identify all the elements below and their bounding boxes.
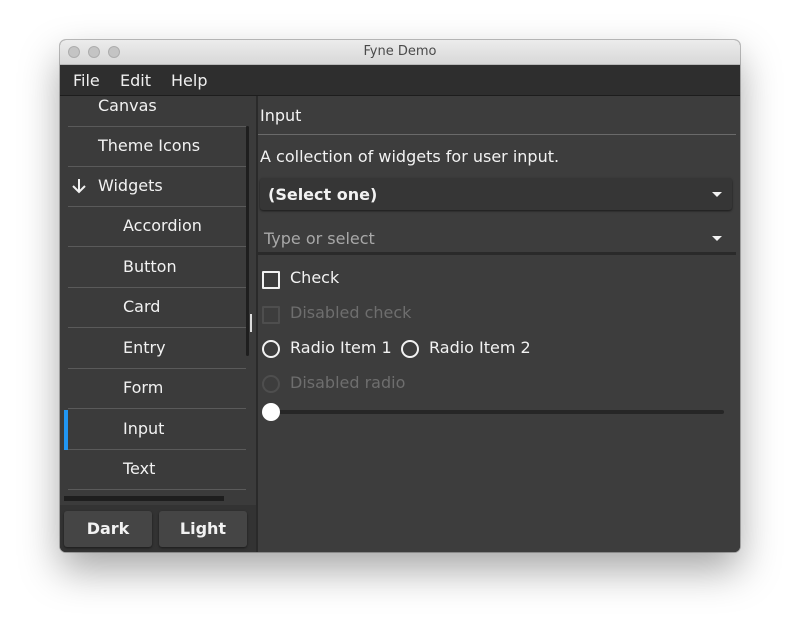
divider [68,489,246,490]
sidebar-item-card[interactable]: Card [60,288,246,328]
checkbox-unchecked-icon [262,271,280,289]
sidebar-item-label: Widgets [98,176,163,195]
sidebar-item-label: Text [123,459,156,478]
nav-horizontal-scrollbar[interactable] [64,496,224,501]
disabled-check-label: Disabled check [290,303,412,322]
entry-underline [258,252,736,255]
sidebar-item-canvas[interactable]: Canvas [60,96,246,127]
nav-tree[interactable]: Canvas Theme Icons Widgets Accordion But… [60,96,256,496]
sidebar-item-label: Canvas [98,96,157,115]
sidebar-item-label: Entry [123,338,166,357]
radio-item-2[interactable]: Radio Item 2 [401,338,531,362]
menu-file[interactable]: File [73,71,100,90]
sidebar-nav: Canvas Theme Icons Widgets Accordion But… [60,96,256,552]
caret-down-icon [712,192,722,197]
sidebar-item-button[interactable]: Button [60,248,246,288]
sidebar-item-label: Button [123,257,177,276]
split-handle[interactable] [250,314,252,332]
select-value: (Select one) [268,185,378,204]
sidebar-item-widgets[interactable]: Widgets [60,167,246,207]
sidebar-item-form[interactable]: Form [60,369,246,409]
radio-unselected-icon [401,340,419,358]
disabled-radio: Disabled radio [262,373,462,397]
slider-track[interactable] [270,410,724,414]
sidebar-item-theme-icons[interactable]: Theme Icons [60,127,246,167]
divider [68,408,246,409]
caret-down-icon[interactable] [712,236,722,241]
page-description: A collection of widgets for user input. [260,147,560,166]
sidebar-item-label: Form [123,378,164,397]
light-theme-button[interactable]: Light [159,511,247,547]
input-panel: Input A collection of widgets for user i… [258,96,740,552]
radio-item-1-label: Radio Item 1 [290,338,392,357]
dark-theme-button[interactable]: Dark [64,511,152,547]
menu-help[interactable]: Help [171,71,207,90]
checkbox-disabled-icon [262,306,280,324]
disabled-checkbox: Disabled check [262,303,462,327]
divider [68,327,246,328]
sidebar-item-label: Card [123,297,161,316]
select-entry[interactable]: Type or select [258,222,736,255]
window-title: Fyne Demo [363,44,437,59]
select-dropdown[interactable]: (Select one) [260,178,732,210]
menu-bar: File Edit Help [60,65,740,96]
select-entry-placeholder: Type or select [264,229,375,248]
radio-unselected-icon [262,340,280,358]
arrow-down-icon [72,179,86,194]
title-bar: Fyne Demo [60,40,740,65]
radio-disabled-icon [262,375,280,393]
radio-item-1[interactable]: Radio Item 1 [262,338,392,362]
app-window: Fyne Demo File Edit Help Canvas Theme Ic… [60,40,740,552]
sidebar-item-entry[interactable]: Entry [60,329,246,369]
divider [68,246,246,247]
slider-thumb[interactable] [262,403,280,421]
menu-edit[interactable]: Edit [120,71,151,90]
sidebar-item-label: Input [123,419,165,438]
sidebar-item-label: Theme Icons [98,136,201,155]
page-title: Input [260,106,302,125]
sidebar-item-input[interactable]: Input [60,410,246,450]
check-label: Check [290,268,340,287]
sidebar-item-text[interactable]: Text [60,450,246,490]
radio-item-2-label: Radio Item 2 [429,338,531,357]
sidebar-item-label: Accordion [123,216,202,235]
check-checkbox[interactable]: Check [262,268,462,292]
disabled-radio-label: Disabled radio [290,373,406,392]
content-area: Canvas Theme Icons Widgets Accordion But… [60,96,740,552]
nav-scrollbar[interactable] [246,126,249,356]
theme-switcher: Dark Light [60,505,256,552]
divider [258,134,736,135]
sidebar-item-accordion[interactable]: Accordion [60,207,246,247]
